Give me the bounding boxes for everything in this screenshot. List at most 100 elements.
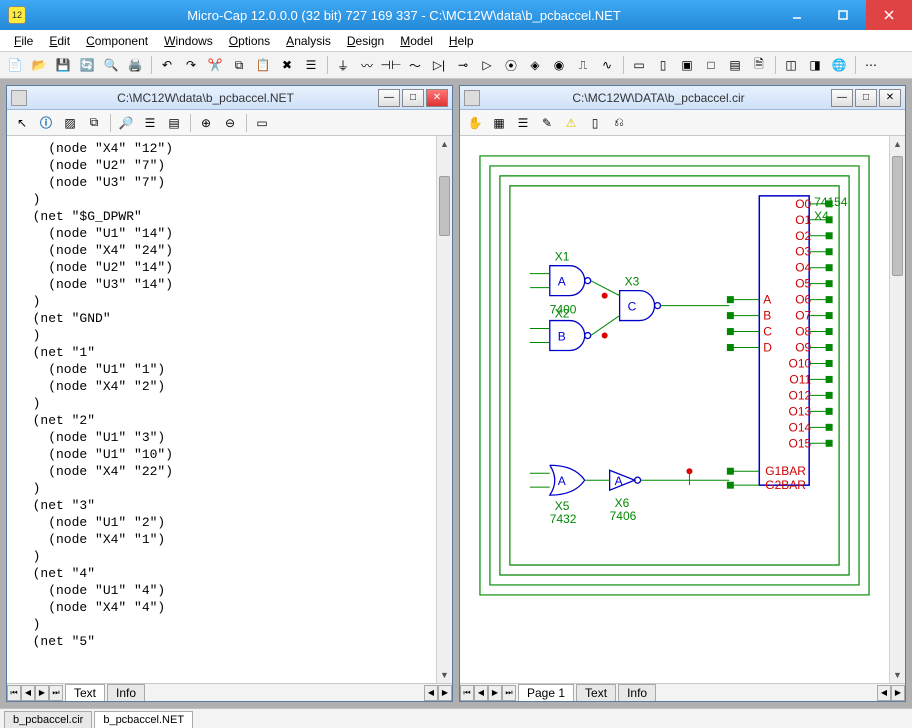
window2-icon[interactable]: ▤ bbox=[724, 54, 746, 76]
delete-icon[interactable]: ✖ bbox=[276, 54, 298, 76]
vsource-icon[interactable]: ◉ bbox=[548, 54, 570, 76]
revert-icon[interactable]: 🔄 bbox=[76, 54, 98, 76]
cir-scroll-up-icon[interactable]: ▲ bbox=[890, 136, 905, 152]
hscroll-left-icon[interactable]: ◀ bbox=[424, 685, 438, 701]
paste-icon[interactable]: 📋 bbox=[252, 54, 274, 76]
menu-file[interactable]: File bbox=[6, 32, 41, 50]
copy2-icon[interactable]: ⧉ bbox=[83, 112, 105, 134]
grid2-icon[interactable]: ☰ bbox=[512, 112, 534, 134]
cir-maximize-button[interactable]: □ bbox=[855, 89, 877, 107]
net-text-content[interactable]: (node "X4" "12") (node "U2" "7") (node "… bbox=[7, 136, 436, 683]
sheet-icon[interactable]: ▯ bbox=[584, 112, 606, 134]
tab-first-icon[interactable]: ⏮ bbox=[7, 685, 21, 701]
info-icon[interactable]: ⓘ bbox=[35, 112, 57, 134]
minimize-button[interactable] bbox=[774, 0, 820, 30]
warning-icon[interactable]: ⚠ bbox=[560, 112, 582, 134]
schematic-canvas[interactable]: 74154 X4 O0 O1 O2 O3 O4 O5 O6 O7 O8 O9 bbox=[460, 136, 889, 683]
net-minimize-button[interactable]: — bbox=[378, 89, 400, 107]
pulse-icon[interactable]: ⎍ bbox=[572, 54, 594, 76]
open-file-icon[interactable]: 📂 bbox=[28, 54, 50, 76]
tab-next-icon[interactable]: ▶ bbox=[35, 685, 49, 701]
grid1-icon[interactable]: ▦ bbox=[488, 112, 510, 134]
inductor-icon[interactable]: 〜 bbox=[404, 54, 426, 76]
opamp-icon[interactable]: ▷ bbox=[476, 54, 498, 76]
zoom-in-icon[interactable]: ⊕ bbox=[195, 112, 217, 134]
edit-icon[interactable]: ✎ bbox=[536, 112, 558, 134]
ground-icon[interactable]: ⏚ bbox=[332, 54, 354, 76]
list-icon[interactable]: ☰ bbox=[139, 112, 161, 134]
menu-windows[interactable]: Windows bbox=[156, 32, 221, 50]
select-all-icon[interactable]: ☰ bbox=[300, 54, 322, 76]
find-icon[interactable]: 🔎 bbox=[115, 112, 137, 134]
cir-minimize-button[interactable]: — bbox=[831, 89, 853, 107]
tile-h-icon[interactable]: ▭ bbox=[628, 54, 650, 76]
layout2-icon[interactable]: ◨ bbox=[804, 54, 826, 76]
net-close-button[interactable]: ✕ bbox=[426, 89, 448, 107]
file-tab-cir[interactable]: b_pcbaccel.cir bbox=[4, 711, 92, 728]
globe-icon[interactable]: 🌐 bbox=[828, 54, 850, 76]
pan-icon[interactable]: ✋ bbox=[464, 112, 486, 134]
calc-icon[interactable]: 🗎 bbox=[748, 54, 770, 76]
resistor-icon[interactable]: 〰 bbox=[356, 54, 378, 76]
window1-icon[interactable]: □ bbox=[700, 54, 722, 76]
menu-model[interactable]: Model bbox=[392, 32, 441, 50]
print-icon[interactable]: 🖨️ bbox=[124, 54, 146, 76]
net-vscrollbar[interactable]: ▲ ▼ bbox=[436, 136, 452, 683]
tab-prev-icon[interactable]: ◀ bbox=[21, 685, 35, 701]
tab-info[interactable]: Info bbox=[107, 684, 145, 701]
cir-tab-prev-icon[interactable]: ◀ bbox=[474, 685, 488, 701]
cir-tab-last-icon[interactable]: ⏭ bbox=[502, 685, 516, 701]
net-titlebar[interactable]: C:\MC12W\data\b_pcbaccel.NET — □ ✕ bbox=[7, 86, 452, 110]
menu-component[interactable]: Component bbox=[78, 32, 156, 50]
scroll-up-icon[interactable]: ▲ bbox=[437, 136, 452, 152]
maximize-button[interactable] bbox=[820, 0, 866, 30]
source-icon[interactable]: ⦿ bbox=[500, 54, 522, 76]
cursor-icon[interactable]: ↖ bbox=[11, 112, 33, 134]
transistor-icon[interactable]: ⊸ bbox=[452, 54, 474, 76]
menu-design[interactable]: Design bbox=[339, 32, 392, 50]
tab-info2[interactable]: Info bbox=[618, 684, 656, 701]
file-tab-net[interactable]: b_pcbaccel.NET bbox=[94, 711, 193, 728]
preview-icon[interactable]: 🔍 bbox=[100, 54, 122, 76]
menu-analysis[interactable]: Analysis bbox=[278, 32, 339, 50]
cir-close-button[interactable]: ✕ bbox=[879, 89, 901, 107]
cir-titlebar[interactable]: C:\MC12W\DATA\b_pcbaccel.cir — □ ✕ bbox=[460, 86, 905, 110]
tile-v-icon[interactable]: ▯ bbox=[652, 54, 674, 76]
zoom-out-icon[interactable]: ⊖ bbox=[219, 112, 241, 134]
cir-hscroll-left-icon[interactable]: ◀ bbox=[877, 685, 891, 701]
menu-help[interactable]: Help bbox=[441, 32, 482, 50]
cir-hscroll-right-icon[interactable]: ▶ bbox=[891, 685, 905, 701]
cir-tab-first-icon[interactable]: ⏮ bbox=[460, 685, 474, 701]
filter-icon[interactable]: ▤ bbox=[163, 112, 185, 134]
undo-icon[interactable]: ↶ bbox=[156, 54, 178, 76]
cir-vscrollbar[interactable]: ▲ ▼ bbox=[889, 136, 905, 683]
cir-scroll-thumb[interactable] bbox=[892, 156, 903, 276]
cir-tab-next-icon[interactable]: ▶ bbox=[488, 685, 502, 701]
hatch-icon[interactable]: ▨ bbox=[59, 112, 81, 134]
isource-icon[interactable]: ◈ bbox=[524, 54, 546, 76]
net-maximize-button[interactable]: □ bbox=[402, 89, 424, 107]
copy-icon[interactable]: ⧉ bbox=[228, 54, 250, 76]
capacitor-icon[interactable]: ⊣⊢ bbox=[380, 54, 402, 76]
cir-scroll-down-icon[interactable]: ▼ bbox=[890, 667, 905, 683]
extra-icon[interactable]: ⋯ bbox=[860, 54, 882, 76]
tab-text[interactable]: Text bbox=[65, 684, 105, 701]
close-button[interactable] bbox=[866, 0, 912, 30]
tab-page1[interactable]: Page 1 bbox=[518, 684, 574, 701]
scroll-thumb[interactable] bbox=[439, 176, 450, 236]
probe-icon[interactable]: ⎌ bbox=[608, 112, 630, 134]
scroll-down-icon[interactable]: ▼ bbox=[437, 667, 452, 683]
new-file-icon[interactable]: 📄 bbox=[4, 54, 26, 76]
layout1-icon[interactable]: ◫ bbox=[780, 54, 802, 76]
cascade-icon[interactable]: ▣ bbox=[676, 54, 698, 76]
page-icon[interactable]: ▭ bbox=[251, 112, 273, 134]
menu-options[interactable]: Options bbox=[221, 32, 278, 50]
hscroll-right-icon[interactable]: ▶ bbox=[438, 685, 452, 701]
sine-icon[interactable]: ∿ bbox=[596, 54, 618, 76]
cut-icon[interactable]: ✂️ bbox=[204, 54, 226, 76]
menu-edit[interactable]: Edit bbox=[41, 32, 78, 50]
tab-text2[interactable]: Text bbox=[576, 684, 616, 701]
redo-icon[interactable]: ↷ bbox=[180, 54, 202, 76]
tab-last-icon[interactable]: ⏭ bbox=[49, 685, 63, 701]
save-icon[interactable]: 💾 bbox=[52, 54, 74, 76]
